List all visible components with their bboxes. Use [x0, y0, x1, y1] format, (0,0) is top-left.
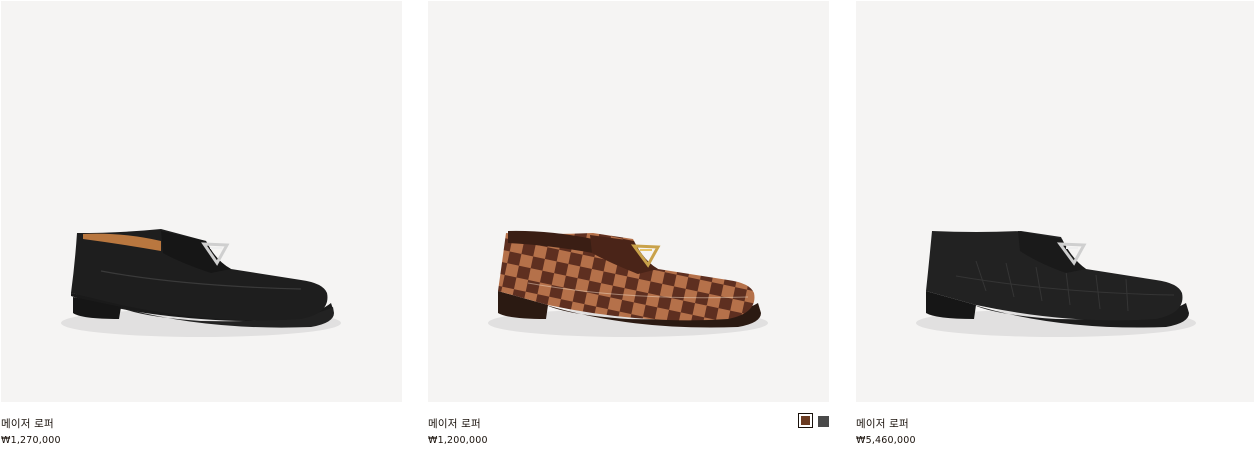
- product-card[interactable]: 메이저 로퍼 ₩1,200,000: [428, 0, 829, 462]
- product-image[interactable]: [1, 1, 402, 402]
- swatch-fill: [801, 416, 810, 425]
- product-grid: 메이저 로퍼 ₩1,270,000 메이저 로퍼 ₩1,200,000 메이저 …: [0, 0, 1255, 462]
- product-name[interactable]: 메이저 로퍼: [1, 416, 54, 431]
- product-card[interactable]: 메이저 로퍼 ₩1,270,000: [1, 0, 402, 462]
- product-image[interactable]: [428, 1, 829, 402]
- color-swatch-gray[interactable]: [818, 416, 829, 427]
- loafer-black-epi-icon: [61, 229, 341, 337]
- color-swatches: [798, 413, 829, 428]
- product-card[interactable]: 메이저 로퍼 ₩5,460,000: [856, 0, 1254, 462]
- product-name[interactable]: 메이저 로퍼: [428, 416, 481, 431]
- product-image[interactable]: [856, 1, 1254, 402]
- product-price: ₩1,270,000: [1, 435, 61, 446]
- loafer-black-croc-icon: [916, 231, 1196, 337]
- product-price: ₩5,460,000: [856, 435, 916, 446]
- product-price: ₩1,200,000: [428, 435, 488, 446]
- product-name[interactable]: 메이저 로퍼: [856, 416, 909, 431]
- loafer-damier-ebene-icon: [488, 230, 768, 337]
- color-swatch-brown[interactable]: [798, 413, 813, 428]
